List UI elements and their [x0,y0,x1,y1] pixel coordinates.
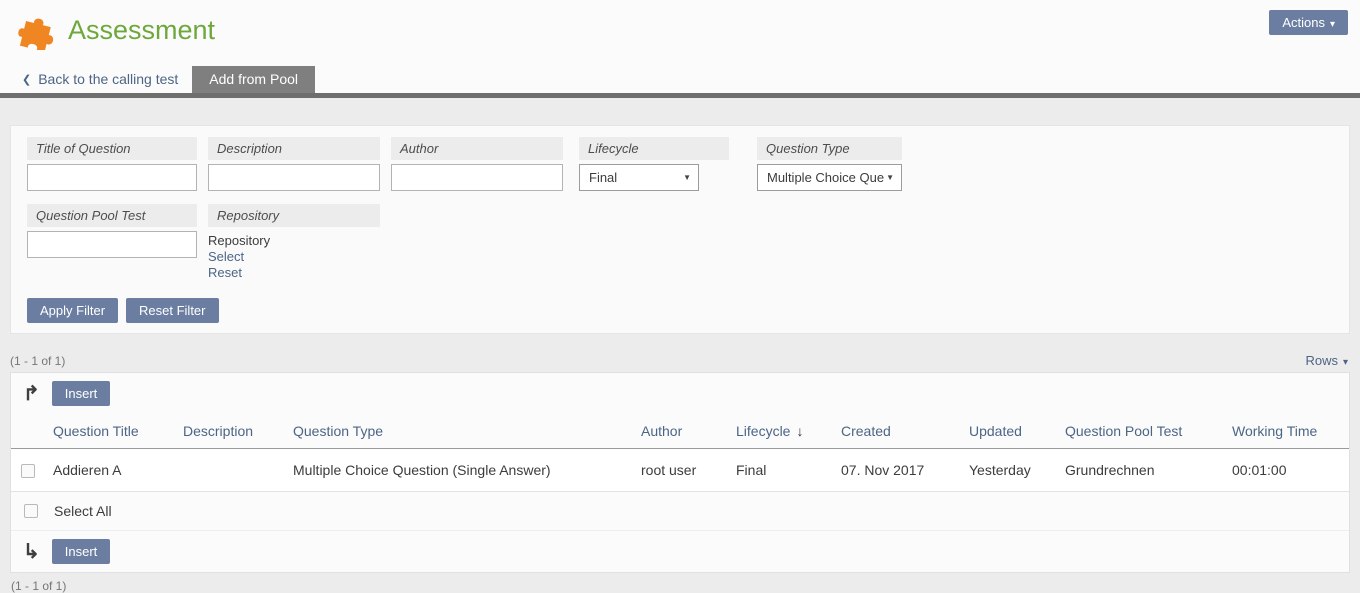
repository-select-link[interactable]: Select [208,249,380,265]
question-type-select-value: Multiple Choice Que [767,170,884,185]
lifecycle-select[interactable]: Final ▼ [579,164,699,191]
row-checkbox-cell [11,449,49,492]
page-header: Assessment Actions ▾ [0,0,1360,66]
repository-reset-link[interactable]: Reset [208,265,380,281]
column-question-title[interactable]: Question Title [49,414,179,449]
insert-command-row-bottom: ↳ Insert [11,530,1349,572]
tab-bar: ❮ Back to the calling test Add from Pool [0,66,1360,98]
cell-question-type: Multiple Choice Question (Single Answer) [289,449,637,492]
select-all-label: Select All [54,503,112,519]
column-updated[interactable]: Updated [965,414,1061,449]
insert-button-top[interactable]: Insert [52,381,111,406]
apply-filter-button[interactable]: Apply Filter [27,298,118,323]
column-created[interactable]: Created [837,414,965,449]
rows-dropdown[interactable]: Rows ▾ [1305,353,1348,368]
back-link-label: Back to the calling test [38,71,178,87]
reset-filter-button[interactable]: Reset Filter [126,298,218,323]
pagination-top: (1 - 1 of 1) [10,354,65,368]
filter-panel: Title of Question Description Author Lif… [10,125,1350,334]
puzzle-piece-logo-icon [16,10,56,50]
actions-button-label: Actions [1282,15,1325,30]
table-meta-bar: (1 - 1 of 1) Rows ▾ [10,353,1350,372]
title-of-question-input[interactable] [27,164,197,191]
filter-lifecycle-label: Lifecycle [579,137,729,160]
table-header-row: Question Title Description Question Type… [11,414,1349,449]
rows-dropdown-label: Rows [1305,353,1338,368]
actions-button[interactable]: Actions ▾ [1269,10,1348,35]
header-title-group: Assessment [16,10,215,50]
sort-descending-icon: ↓ [796,423,803,439]
cell-working-time: 00:01:00 [1228,449,1349,492]
column-working-time[interactable]: Working Time [1228,414,1349,449]
filter-description: Description [208,137,380,191]
filter-author-label: Author [391,137,563,160]
caret-down-icon: ▾ [1343,357,1348,368]
column-question-pool-test[interactable]: Question Pool Test [1061,414,1228,449]
table-row: Addieren A Multiple Choice Question (Sin… [11,449,1349,492]
repository-selection: Repository Select Reset [208,233,380,281]
question-pool-test-input[interactable] [27,231,197,258]
caret-down-icon: ▾ [1330,19,1335,30]
header-checkbox-spacer [11,414,49,449]
filter-title-of-question: Title of Question [27,137,197,191]
question-type-select[interactable]: Multiple Choice Que ▼ [757,164,902,191]
page-title: Assessment [68,15,215,46]
filter-buttons: Apply Filter Reset Filter [27,298,1333,323]
tab-add-from-pool-label: Add from Pool [209,71,298,87]
column-author[interactable]: Author [637,414,732,449]
filter-repository-label: Repository [208,204,380,227]
filter-author: Author [391,137,563,191]
filter-row-1: Title of Question Description Author Lif… [27,137,1333,191]
question-table-container: ↱ Insert Question Title Description Ques… [10,372,1350,573]
column-lifecycle[interactable]: Lifecycle ↓ [732,414,837,449]
back-to-calling-test-link[interactable]: ❮ Back to the calling test [22,66,192,93]
filter-repository: Repository Repository Select Reset [208,204,380,281]
filter-question-pool-test: Question Pool Test [27,204,197,281]
insert-button-bottom[interactable]: Insert [52,539,111,564]
filter-lifecycle: Lifecycle Final ▼ [579,137,729,191]
tab-add-from-pool[interactable]: Add from Pool [192,66,315,93]
filter-question-pool-test-label: Question Pool Test [27,204,197,227]
cell-updated: Yesterday [965,449,1061,492]
arrow-up-right-icon: ↱ [23,384,40,404]
row-checkbox[interactable] [21,464,35,478]
cell-description [179,449,289,492]
main-content: Title of Question Description Author Lif… [0,98,1360,593]
filter-title-of-question-label: Title of Question [27,137,197,160]
column-question-type[interactable]: Question Type [289,414,637,449]
select-all-checkbox[interactable] [24,504,38,518]
question-table: Question Title Description Question Type… [11,414,1349,492]
filter-row-2: Question Pool Test Repository Repository… [27,204,1333,281]
filter-question-type: Question Type Multiple Choice Que ▼ [757,137,902,191]
cell-author: root user [637,449,732,492]
filter-description-label: Description [208,137,380,160]
cell-created: 07. Nov 2017 [837,449,965,492]
filter-question-type-label: Question Type [757,137,902,160]
pagination-bottom: (1 - 1 of 1) [10,573,1350,593]
author-input[interactable] [391,164,563,191]
chevron-left-icon: ❮ [22,73,31,86]
description-input[interactable] [208,164,380,191]
select-all-row: Select All [11,492,1349,530]
column-lifecycle-label: Lifecycle [736,423,790,439]
cell-lifecycle: Final [732,449,837,492]
cell-question-pool-test: Grundrechnen [1061,449,1228,492]
select-arrow-icon: ▼ [886,173,894,182]
repository-selected-text: Repository [208,233,270,248]
select-arrow-icon: ▼ [683,173,691,182]
arrow-down-right-icon: ↳ [23,542,40,562]
lifecycle-select-value: Final [589,170,617,185]
insert-command-row-top: ↱ Insert [11,373,1349,414]
column-description[interactable]: Description [179,414,289,449]
cell-question-title: Addieren A [49,449,179,492]
